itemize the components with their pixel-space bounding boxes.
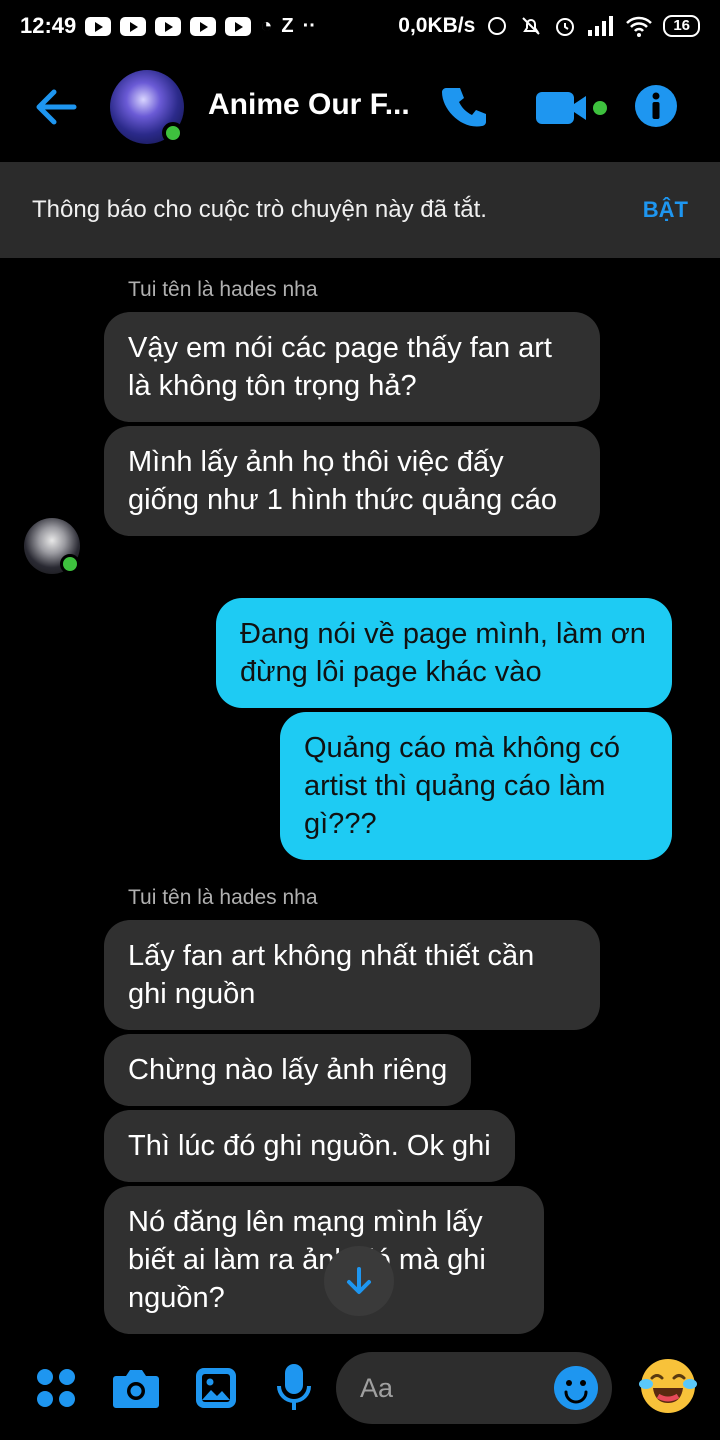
arrow-down-icon: [347, 1267, 371, 1294]
microphone-icon[interactable]: [276, 1362, 312, 1414]
online-status-dot: [60, 554, 80, 574]
online-status-dot: [162, 122, 184, 144]
muted-banner-text: Thông báo cho cuộc trò chuyện này đã tắt…: [32, 196, 487, 223]
message-bubble-incoming[interactable]: Lấy fan art không nhất thiết cần ghi ngu…: [104, 920, 600, 1030]
status-time: 12:49: [20, 13, 77, 38]
message-input-placeholder: Aa: [360, 1373, 394, 1403]
video-icon[interactable]: [536, 90, 610, 126]
youtube-icon: [120, 16, 147, 36]
youtube-icon: [155, 16, 182, 36]
phone-icon[interactable]: [442, 84, 488, 130]
back-arrow-icon[interactable]: [30, 82, 80, 132]
message-bubble-incoming[interactable]: Thì lúc đó ghi nguồn. Ok ghi: [104, 1110, 515, 1182]
sender-name: Tui tên là hades nha: [128, 278, 318, 301]
battery-indicator: 16: [663, 15, 700, 37]
conversation-header: Anime Our F...: [0, 52, 720, 160]
message-bubble-incoming[interactable]: Mình lấy ảnh họ thôi việc đấy giống như …: [104, 426, 600, 536]
more-dots-icon: ··: [302, 14, 316, 37]
message-bubble-outgoing[interactable]: Đang nói về page mình, làm ơn đừng lôi p…: [216, 598, 672, 708]
message-bubble-incoming[interactable]: Nó đăng lên mạng mình lấy biết ai làm ra…: [104, 1186, 544, 1334]
message-input[interactable]: Aa: [336, 1352, 612, 1424]
gallery-icon[interactable]: [194, 1366, 238, 1410]
laughing-emoji-icon[interactable]: [638, 1356, 698, 1416]
youtube-icon: [225, 16, 252, 36]
camera-icon[interactable]: [112, 1366, 160, 1410]
scroll-to-bottom-button[interactable]: [324, 1246, 394, 1316]
muted-notification-banner: Thông báo cho cuộc trò chuyện này đã tắt…: [0, 162, 720, 258]
wifi-icon: [626, 16, 653, 37]
notification-icon: ◔: [260, 14, 273, 37]
sender-name: Tui tên là hades nha: [128, 886, 318, 909]
youtube-icon: [190, 16, 217, 36]
youtube-icon: [85, 16, 112, 36]
mute-bell-icon: [522, 17, 541, 35]
menu-dots-icon[interactable]: [36, 1368, 76, 1408]
message-bubble-incoming[interactable]: Vậy em nói các page thấy fan art là khôn…: [104, 312, 600, 422]
message-bubble-outgoing[interactable]: Quảng cáo mà không có artist thì quảng c…: [280, 712, 672, 860]
info-icon[interactable]: [634, 84, 678, 128]
unmute-button[interactable]: BẬT: [643, 197, 688, 223]
conversation-title[interactable]: Anime Our F...: [208, 88, 410, 122]
sync-icon: [488, 17, 507, 35]
signal-icon: [588, 16, 614, 36]
message-bubble-incoming[interactable]: Chừng nào lấy ảnh riêng: [104, 1034, 472, 1106]
alarm-icon: [556, 18, 575, 36]
network-speed: 0,0KB/s: [398, 14, 476, 37]
status-bar: 12:49 ◔ Z ·· 0,0KB/s 16: [0, 0, 720, 52]
emoji-icon[interactable]: [554, 1366, 598, 1410]
zalo-icon: Z: [281, 14, 294, 37]
